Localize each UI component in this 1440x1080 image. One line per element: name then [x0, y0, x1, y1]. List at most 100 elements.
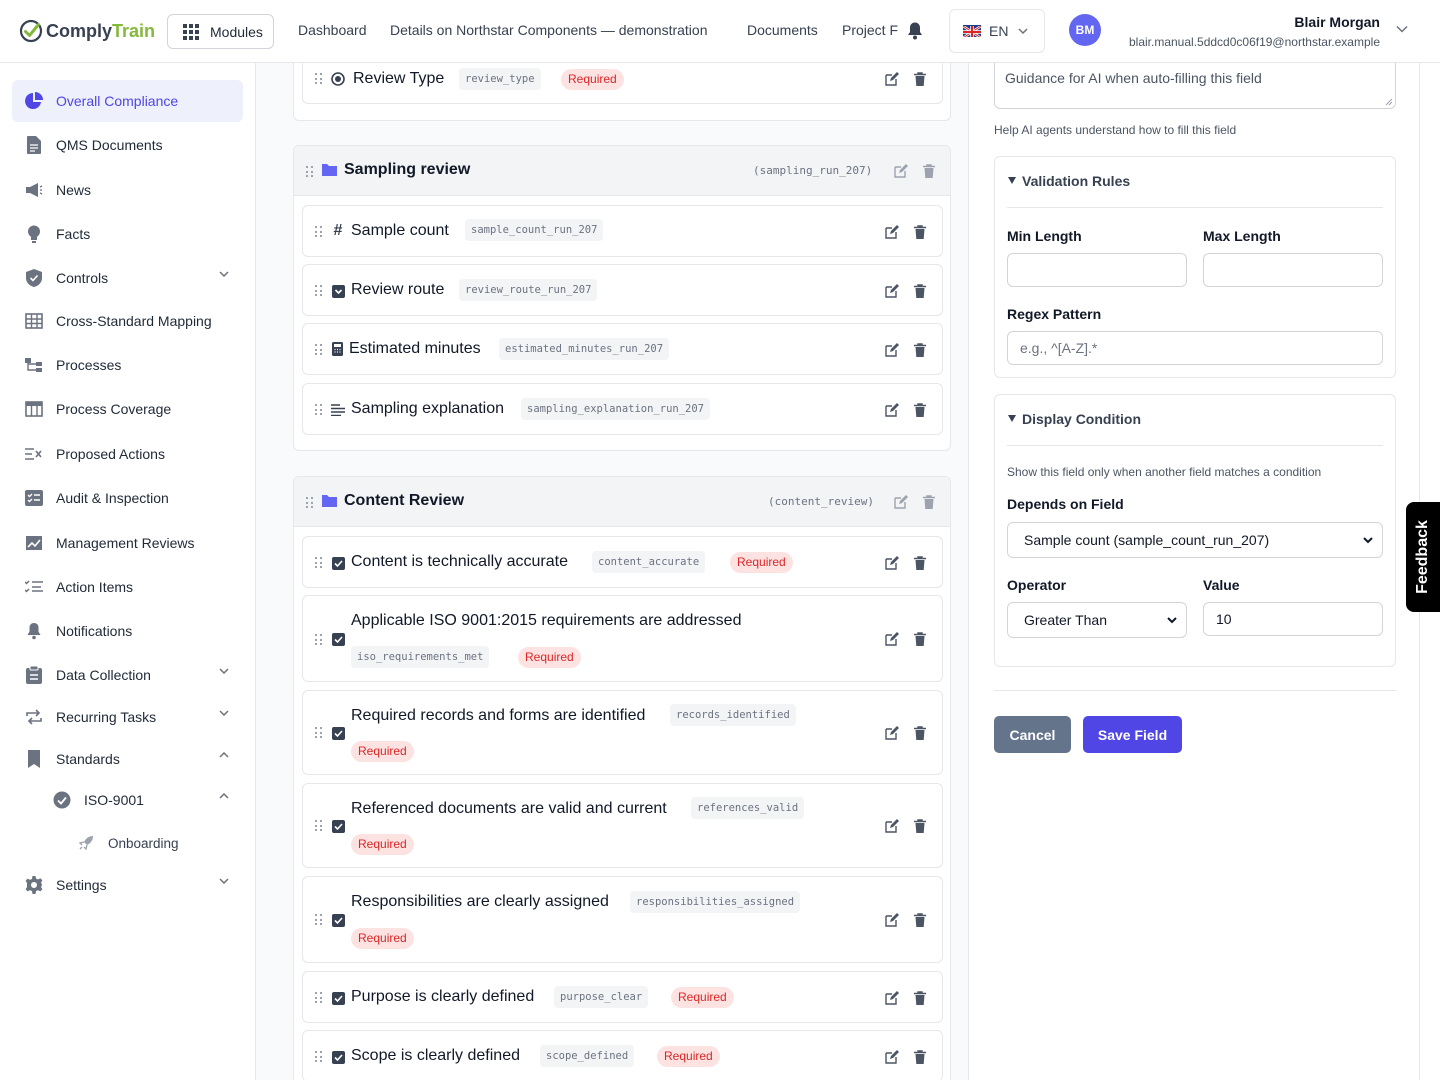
depends-on-field-select[interactable]: Sample count (sample_count_run_207): [1007, 522, 1383, 558]
resize-handle-icon[interactable]: [1385, 98, 1393, 106]
trash-icon[interactable]: [913, 726, 927, 740]
trash-icon[interactable]: [913, 284, 927, 298]
edit-icon[interactable]: [885, 913, 899, 927]
trash-icon[interactable]: [913, 913, 927, 927]
edit-icon[interactable]: [885, 726, 899, 740]
drag-handle-icon[interactable]: [306, 166, 314, 178]
sidebar-item-facts[interactable]: Facts: [12, 213, 243, 255]
sidebar-item-settings[interactable]: Settings: [12, 864, 243, 906]
avatar[interactable]: BM: [1069, 14, 1101, 46]
regex-pattern-input[interactable]: e.g., ^[A-Z].*: [1007, 331, 1383, 365]
trash-icon[interactable]: [913, 403, 927, 417]
sidebar-item-notifications[interactable]: Notifications: [12, 610, 243, 652]
field-row-estimated-minutes[interactable]: Estimated minutes estimated_minutes_run_…: [302, 323, 943, 375]
field-row-sample-count[interactable]: # Sample count sample_count_run_207: [302, 205, 943, 257]
edit-icon[interactable]: [885, 403, 899, 417]
sidebar-item-qms-documents[interactable]: QMS Documents: [12, 124, 243, 166]
drag-handle-icon[interactable]: [315, 914, 323, 926]
sidebar-item-audit-inspection[interactable]: Audit & Inspection: [12, 477, 243, 519]
collapse-triangle-icon[interactable]: [1008, 177, 1016, 184]
trash-icon[interactable]: [913, 991, 927, 1005]
drag-handle-icon[interactable]: [315, 285, 323, 297]
save-field-button[interactable]: Save Field: [1083, 716, 1182, 753]
trash-icon[interactable]: [913, 556, 927, 570]
drag-handle-icon[interactable]: [315, 634, 323, 646]
trash-icon[interactable]: [913, 1050, 927, 1064]
field-key: review_type: [459, 68, 541, 90]
trash-icon[interactable]: [913, 819, 927, 833]
drag-handle-icon[interactable]: [315, 73, 323, 85]
sidebar-item-management-reviews[interactable]: Management Reviews: [12, 522, 243, 564]
field-row-records-identified[interactable]: Required records and forms are identifie…: [302, 690, 943, 775]
field-row-iso-requirements[interactable]: Applicable ISO 9001:2015 requirements ar…: [302, 595, 943, 682]
trash-icon[interactable]: [913, 632, 927, 646]
nav-dashboard[interactable]: Dashboard: [298, 22, 367, 38]
sidebar-item-proposed-actions[interactable]: Proposed Actions: [12, 433, 243, 475]
edit-icon[interactable]: [885, 1050, 899, 1064]
edit-icon[interactable]: [885, 343, 899, 357]
sidebar-item-iso-9001[interactable]: ISO-9001: [40, 779, 243, 821]
drag-handle-icon[interactable]: [315, 1051, 323, 1063]
min-length-input[interactable]: [1007, 253, 1187, 287]
sidebar-item-cross-standard-mapping[interactable]: Cross-Standard Mapping: [12, 300, 243, 342]
edit-icon[interactable]: [894, 495, 908, 509]
max-length-input[interactable]: [1203, 253, 1383, 287]
user-menu-chevron-icon[interactable]: [1396, 25, 1408, 33]
field-row-review-type[interactable]: Review Type review_type Required: [302, 63, 943, 104]
cancel-button[interactable]: Cancel: [994, 716, 1071, 753]
edit-icon[interactable]: [885, 72, 899, 86]
drag-handle-icon[interactable]: [315, 727, 323, 739]
field-row-references-valid[interactable]: Referenced documents are valid and curre…: [302, 783, 943, 868]
sidebar-item-process-coverage[interactable]: Process Coverage: [12, 388, 243, 430]
drag-handle-icon[interactable]: [315, 404, 323, 416]
field-row-review-route[interactable]: Review route review_route_run_207: [302, 264, 943, 316]
notification-bell-icon[interactable]: [906, 21, 924, 41]
trash-icon[interactable]: [913, 225, 927, 239]
field-row-purpose-clear[interactable]: Purpose is clearly defined purpose_clear…: [302, 971, 943, 1023]
drag-handle-icon[interactable]: [315, 820, 323, 832]
trash-icon[interactable]: [922, 495, 936, 509]
drag-handle-icon[interactable]: [315, 557, 323, 569]
validation-rules-title[interactable]: Validation Rules: [1022, 173, 1130, 189]
drag-handle-icon[interactable]: [315, 992, 323, 1004]
edit-icon[interactable]: [885, 225, 899, 239]
field-row-content-accurate[interactable]: Content is technically accurate content_…: [302, 536, 943, 588]
edit-icon[interactable]: [885, 284, 899, 298]
operator-select[interactable]: Greater Than: [1007, 602, 1187, 638]
drag-handle-icon[interactable]: [315, 226, 323, 238]
trash-icon[interactable]: [913, 343, 927, 357]
nav-details[interactable]: Details on Northstar Components — demons…: [390, 22, 707, 38]
nav-documents[interactable]: Documents: [747, 22, 818, 38]
sidebar-item-controls[interactable]: Controls: [12, 257, 243, 299]
sidebar-item-action-items[interactable]: Action Items: [12, 566, 243, 608]
drag-handle-icon[interactable]: [315, 344, 323, 356]
field-row-responsibilities-assigned[interactable]: Responsibilities are clearly assigned re…: [302, 876, 943, 963]
feedback-tab[interactable]: Feedback: [1406, 502, 1440, 612]
edit-icon[interactable]: [885, 632, 899, 646]
edit-icon[interactable]: [894, 164, 908, 178]
complytrain-logo[interactable]: ComplyTrain: [19, 17, 155, 45]
sidebar-item-data-collection[interactable]: Data Collection: [12, 654, 243, 696]
sidebar-item-overall-compliance[interactable]: Overall Compliance: [12, 80, 243, 122]
sidebar-item-standards[interactable]: Standards: [12, 738, 243, 780]
trash-icon[interactable]: [922, 164, 936, 178]
condition-value-input[interactable]: 10: [1203, 602, 1383, 636]
edit-icon[interactable]: [885, 556, 899, 570]
field-row-sampling-explanation[interactable]: Sampling explanation sampling_explanatio…: [302, 383, 943, 435]
display-condition-title[interactable]: Display Condition: [1022, 411, 1141, 427]
sidebar-item-processes[interactable]: Processes: [12, 344, 243, 386]
nav-project[interactable]: Project F: [842, 22, 902, 38]
edit-icon[interactable]: [885, 991, 899, 1005]
language-selector[interactable]: EN: [949, 9, 1045, 53]
folder-icon: [322, 495, 337, 507]
edit-icon[interactable]: [885, 819, 899, 833]
trash-icon[interactable]: [913, 72, 927, 86]
modules-button[interactable]: Modules: [167, 14, 274, 49]
sidebar-item-label: Standards: [56, 751, 120, 767]
field-row-scope-defined[interactable]: Scope is clearly defined scope_defined R…: [302, 1030, 943, 1080]
sidebar-item-news[interactable]: News: [12, 169, 243, 211]
drag-handle-icon[interactable]: [306, 497, 314, 509]
collapse-triangle-icon[interactable]: [1008, 415, 1016, 422]
sidebar-item-recurring-tasks[interactable]: Recurring Tasks: [12, 696, 243, 738]
sidebar-item-onboarding[interactable]: Onboarding: [64, 822, 243, 864]
